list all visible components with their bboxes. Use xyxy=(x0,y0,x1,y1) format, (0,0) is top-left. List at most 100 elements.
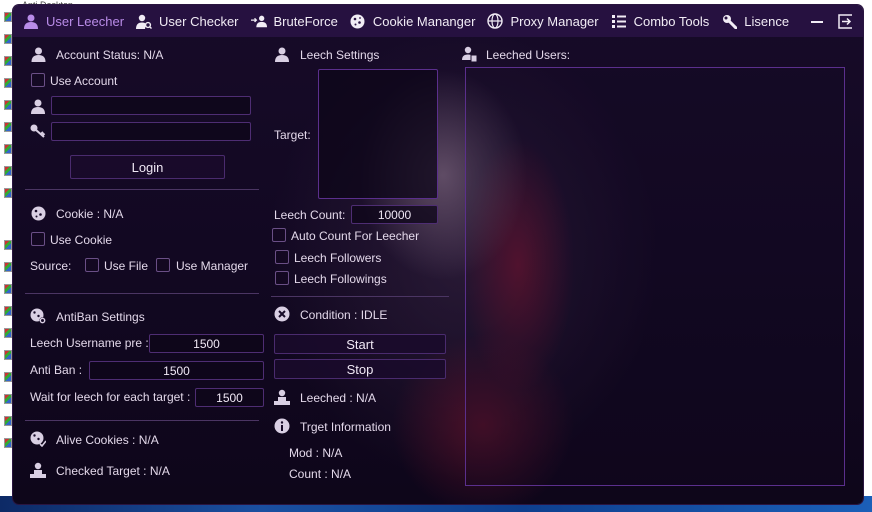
leeched-users-list[interactable] xyxy=(465,67,845,486)
divider xyxy=(25,189,259,190)
globe-icon xyxy=(487,13,504,29)
user-stamp-icon xyxy=(273,388,291,406)
cookie-status: Cookie : N/A xyxy=(56,207,124,221)
auto-count-label: Auto Count For Leecher xyxy=(291,229,420,243)
source-label: Source: xyxy=(30,259,72,273)
cookie-icon xyxy=(29,204,47,222)
desktop-file-icon xyxy=(4,78,12,88)
users-arrow-icon xyxy=(250,13,267,29)
desktop-file-icon xyxy=(4,166,12,176)
divider xyxy=(271,296,449,297)
desktop-file-icon xyxy=(4,350,12,360)
cookie-gear-icon xyxy=(29,307,47,325)
mod-status: Mod : N/A xyxy=(289,446,343,460)
user-icon xyxy=(29,45,47,63)
leech-followers-label: Leech Followers xyxy=(294,251,382,265)
leech-username-pre-input[interactable] xyxy=(149,334,264,353)
login-button[interactable]: Login xyxy=(70,155,225,179)
use-cookie-checkbox[interactable] xyxy=(31,232,45,246)
stop-button[interactable]: Stop xyxy=(274,359,446,379)
app-window: User Leecher User Checker BruteForce Coo… xyxy=(13,5,863,504)
antiban-title: AntiBan Settings xyxy=(56,310,145,324)
checked-target: Checked Target : N/A xyxy=(56,464,170,478)
desktop-file-icon xyxy=(4,284,12,294)
desktop-file-icon xyxy=(4,12,12,22)
condition-status: Condition : IDLE xyxy=(300,308,388,322)
leech-username-pre-label: Leech Username pre : xyxy=(30,336,149,350)
start-button[interactable]: Start xyxy=(274,334,446,354)
use-cookie-label: Use Cookie xyxy=(50,233,113,247)
user-list-icon xyxy=(460,45,478,63)
desktop-file-icon xyxy=(4,394,12,404)
divider xyxy=(25,420,259,421)
leech-followings-checkbox[interactable] xyxy=(275,271,289,285)
auto-count-checkbox[interactable] xyxy=(272,228,286,242)
divider xyxy=(25,293,259,294)
cookie-icon xyxy=(350,13,366,29)
minimize-icon[interactable] xyxy=(809,13,825,29)
desktop-file-icon xyxy=(4,306,12,316)
alive-cookies: Alive Cookies : N/A xyxy=(56,433,159,447)
wait-label: Wait for leech for each target : xyxy=(30,390,191,404)
user-icon xyxy=(23,13,39,29)
tab-label: User Leecher xyxy=(46,13,125,29)
tab-label: Cookie Mananger xyxy=(372,13,476,29)
username-input[interactable] xyxy=(51,96,251,115)
desktop-file-icon xyxy=(4,188,12,198)
tab-combo-tools[interactable]: Combo Tools xyxy=(605,5,716,37)
use-account-checkbox[interactable] xyxy=(31,73,45,87)
logout-icon[interactable] xyxy=(837,13,853,29)
user-icon xyxy=(29,97,47,115)
account-status: Account Status: N/A xyxy=(56,48,164,62)
use-file-label: Use File xyxy=(104,259,149,273)
list-icon xyxy=(611,13,627,29)
wrench-icon xyxy=(721,13,737,29)
desktop-file-icon xyxy=(4,122,12,132)
leeched-users-title: Leeched Users: xyxy=(486,48,571,62)
use-manager-checkbox[interactable] xyxy=(156,258,170,272)
target-info-title: Trget Information xyxy=(300,420,391,434)
desktop-file-icon xyxy=(4,328,12,338)
leech-followings-label: Leech Followings xyxy=(294,272,387,286)
use-account-label: Use Account xyxy=(50,74,118,88)
user-stamp-icon xyxy=(29,461,47,479)
desktop-file-icon xyxy=(4,372,12,382)
target-textarea[interactable] xyxy=(318,69,438,199)
desktop-file-icon xyxy=(4,144,12,154)
desktop-file-icon xyxy=(4,416,12,426)
tab-user-leecher[interactable]: User Leecher xyxy=(17,5,130,37)
leech-settings-title: Leech Settings xyxy=(300,48,380,62)
tab-cookie-manager[interactable]: Cookie Mananger xyxy=(344,5,482,37)
close-circle-icon xyxy=(273,305,291,323)
tab-label: User Checker xyxy=(159,13,239,29)
leech-count-input[interactable] xyxy=(351,205,438,224)
password-input[interactable] xyxy=(51,122,251,141)
tab-lisence[interactable]: Lisence xyxy=(715,5,795,37)
antiban-label: Anti Ban : xyxy=(30,363,83,377)
desktop-file-icon xyxy=(4,262,12,272)
tab-label: Proxy Manager xyxy=(510,13,599,29)
leech-count-label: Leech Count: xyxy=(274,208,346,222)
use-file-checkbox[interactable] xyxy=(85,258,99,272)
tab-bruteforce[interactable]: BruteForce xyxy=(245,5,344,37)
desktop-file-icon xyxy=(4,56,12,66)
user-search-icon xyxy=(136,13,153,29)
use-manager-label: Use Manager xyxy=(176,259,249,273)
window-controls xyxy=(809,13,853,29)
tab-label: BruteForce xyxy=(273,13,338,29)
leeched-status: Leeched : N/A xyxy=(300,391,377,405)
tab-proxy-manager[interactable]: Proxy Manager xyxy=(481,5,604,37)
user-icon xyxy=(273,45,291,63)
wait-input[interactable] xyxy=(195,388,264,407)
target-label: Target: xyxy=(274,128,311,142)
tab-label: Combo Tools xyxy=(633,13,710,29)
tab-user-checker[interactable]: User Checker xyxy=(130,5,244,37)
antiban-input[interactable] xyxy=(89,361,264,380)
info-icon xyxy=(273,417,291,435)
desktop-file-icon xyxy=(4,240,12,250)
desktop-icon-strip xyxy=(0,0,14,512)
count-status: Count : N/A xyxy=(289,467,352,481)
leech-followers-checkbox[interactable] xyxy=(275,250,289,264)
desktop-file-icon xyxy=(4,34,12,44)
cookie-icon xyxy=(29,430,47,448)
